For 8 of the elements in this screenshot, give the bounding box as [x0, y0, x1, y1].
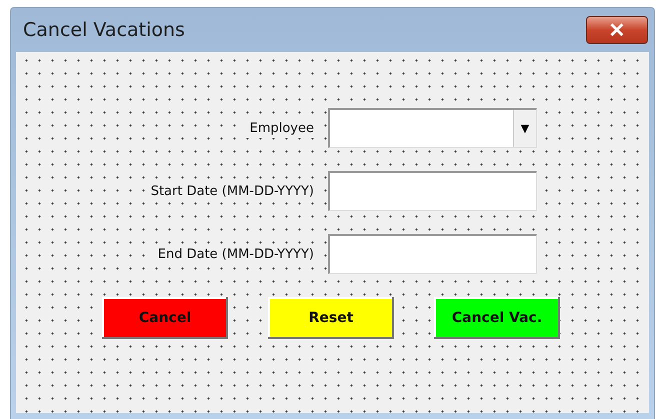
date-field[interactable] — [328, 234, 537, 274]
employee-dropdown[interactable]: ▼ — [328, 108, 537, 148]
close-button[interactable]: ✕ — [586, 16, 648, 44]
window-title: Cancel Vacations — [23, 19, 185, 41]
form-button[interactable]: Cancel Vac. — [434, 297, 560, 339]
date-field[interactable] — [328, 171, 537, 211]
form-button[interactable]: Reset — [268, 297, 394, 339]
form-button[interactable]: Cancel — [102, 297, 228, 339]
